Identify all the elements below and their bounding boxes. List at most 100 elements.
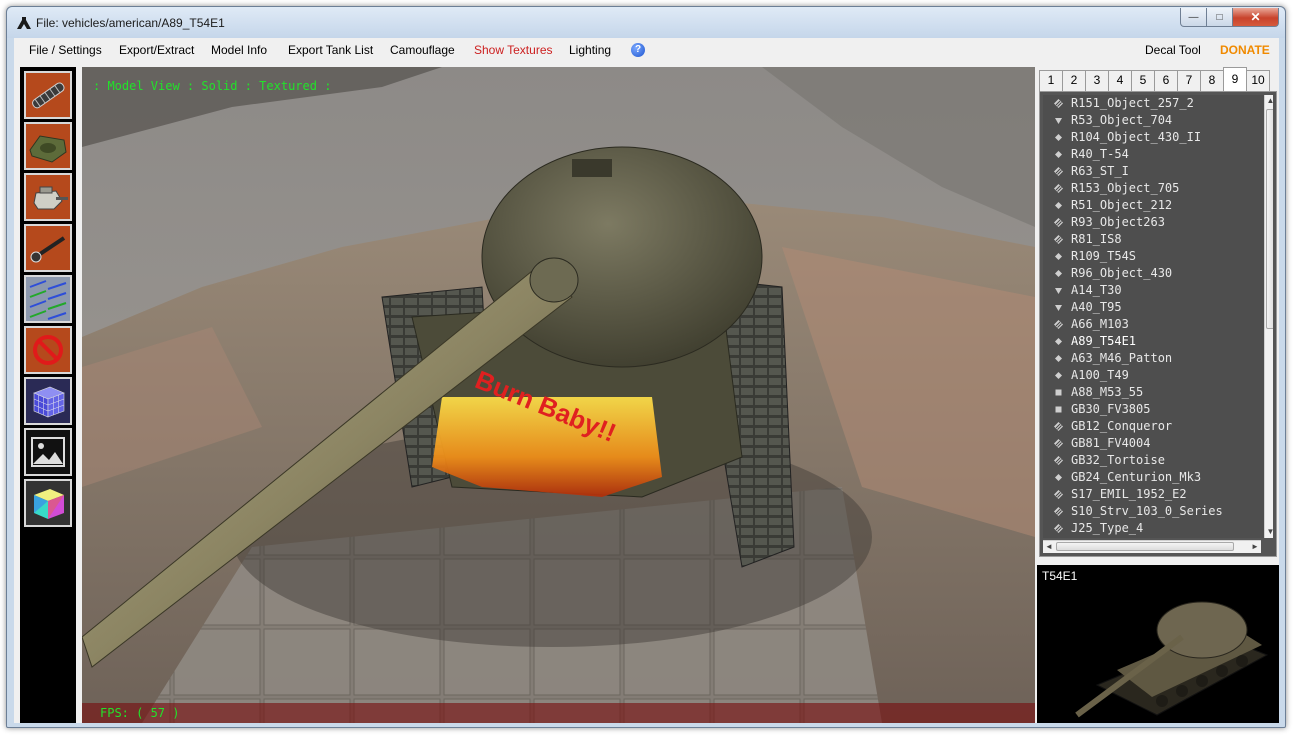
vertical-scroll-thumb[interactable] bbox=[1266, 109, 1273, 329]
tank-list-item[interactable]: A100_T49 bbox=[1043, 367, 1273, 384]
tank-list-item[interactable]: R53_Object_704 bbox=[1043, 112, 1273, 129]
tank-list-item[interactable]: R153_Object_705 bbox=[1043, 180, 1273, 197]
tab-tier-2[interactable]: 2 bbox=[1062, 70, 1086, 91]
hull-button[interactable] bbox=[24, 122, 72, 170]
turret-button[interactable] bbox=[24, 173, 72, 221]
rank-hatch-icon bbox=[1054, 456, 1063, 465]
tab-tier-9[interactable]: 9 bbox=[1223, 67, 1247, 91]
scroll-right-icon[interactable]: ► bbox=[1249, 541, 1261, 553]
tank-list-item[interactable]: R93_Object263 bbox=[1043, 214, 1273, 231]
tank-list-item[interactable]: A89_T54E1 bbox=[1043, 333, 1273, 350]
close-button[interactable]: ✕ bbox=[1233, 8, 1279, 27]
turret-icon bbox=[26, 175, 70, 219]
maximize-button[interactable]: □ bbox=[1207, 8, 1233, 27]
color-cube-button[interactable] bbox=[24, 479, 72, 527]
tank-name: S10_Strv_103_0_Series bbox=[1071, 504, 1223, 518]
tank-name: S17_EMIL_1952_E2 bbox=[1071, 487, 1187, 501]
tank-list-item[interactable]: R81_IS8 bbox=[1043, 231, 1273, 248]
tank-list-item[interactable]: A40_T95 bbox=[1043, 299, 1273, 316]
menu-export-tank-list[interactable]: Export Tank List bbox=[288, 43, 373, 57]
image-icon bbox=[26, 430, 70, 474]
app-window: File: vehicles/american/A89_T54E1 — □ ✕ … bbox=[6, 6, 1286, 728]
gun-button[interactable] bbox=[24, 224, 72, 272]
tank-list-item[interactable]: J25_Type_4 bbox=[1043, 520, 1273, 537]
tank-list-item[interactable]: R109_T54S bbox=[1043, 248, 1273, 265]
scroll-up-icon[interactable]: ▲ bbox=[1265, 95, 1273, 107]
rank-hatch-icon bbox=[1054, 167, 1063, 176]
menu-bar: File / Settings Export/Extract Model Inf… bbox=[14, 38, 1279, 63]
tank-list-item[interactable]: GB12_Conqueror bbox=[1043, 418, 1273, 435]
title-bar[interactable]: File: vehicles/american/A89_T54E1 — □ ✕ bbox=[7, 7, 1285, 38]
tank-list-item[interactable]: A66_M103 bbox=[1043, 316, 1273, 333]
rank-triangle-icon bbox=[1055, 305, 1062, 311]
tank-name: A40_T95 bbox=[1071, 300, 1122, 314]
rank-hatch-icon bbox=[1054, 99, 1063, 108]
vertical-scrollbar[interactable]: ▲ ▼ bbox=[1264, 95, 1273, 538]
wireframe-button[interactable] bbox=[24, 275, 72, 323]
tab-tier-8[interactable]: 8 bbox=[1200, 70, 1224, 91]
tank-list-item[interactable]: A14_T30 bbox=[1043, 282, 1273, 299]
tank-list-item[interactable]: R96_Object_430 bbox=[1043, 265, 1273, 282]
tank-list-item[interactable]: GB30_FV3805 bbox=[1043, 401, 1273, 418]
rank-hatch-icon bbox=[1054, 218, 1063, 227]
wireframe-icon bbox=[26, 277, 70, 321]
tab-tier-6[interactable]: 6 bbox=[1154, 70, 1178, 91]
tank-name: J25_Type_4 bbox=[1071, 521, 1144, 535]
tab-tier-1[interactable]: 1 bbox=[1039, 70, 1063, 91]
tank-name: A89_T54E1 bbox=[1071, 334, 1137, 348]
tank-list-frame: R151_Object_257_2 R53_Object_704 R104_Obje… bbox=[1039, 91, 1277, 557]
menu-model-info[interactable]: Model Info bbox=[211, 43, 267, 57]
rank-hatch-icon bbox=[1054, 490, 1063, 499]
help-icon[interactable]: ? bbox=[631, 43, 645, 57]
tab-tier-10[interactable]: 10 bbox=[1246, 70, 1270, 91]
tank-list-item[interactable]: A63_M46_Patton bbox=[1043, 350, 1273, 367]
tank-name: R51_Object_212 bbox=[1071, 198, 1173, 212]
tab-tier-7[interactable]: 7 bbox=[1177, 70, 1201, 91]
tank-name: GB30_FV3805 bbox=[1071, 402, 1151, 416]
horizontal-scroll-thumb[interactable] bbox=[1056, 542, 1234, 551]
tank-list-item[interactable]: R40_T-54 bbox=[1043, 146, 1273, 163]
image-button[interactable] bbox=[24, 428, 72, 476]
tank-list-item[interactable]: R151_Object_257_2 bbox=[1043, 95, 1273, 112]
tank-list-item[interactable]: S10_Strv_103_0_Series bbox=[1043, 503, 1273, 520]
horizontal-scrollbar[interactable]: ◄ ► bbox=[1043, 540, 1261, 553]
rank-diamond-icon bbox=[1055, 134, 1062, 141]
tank-list-item[interactable]: GB32_Tortoise bbox=[1043, 452, 1273, 469]
menu-export-extract[interactable]: Export/Extract bbox=[119, 43, 194, 57]
grid-cube-button[interactable] bbox=[24, 377, 72, 425]
tank-list-item[interactable]: GB81_FV4004 bbox=[1043, 435, 1273, 452]
tank-name: R153_Object_705 bbox=[1071, 181, 1180, 195]
minimize-button[interactable]: — bbox=[1180, 8, 1207, 27]
no-texture-icon bbox=[26, 328, 70, 372]
tank-list-item[interactable]: R63_ST_I bbox=[1043, 163, 1273, 180]
menu-camouflage[interactable]: Camouflage bbox=[390, 43, 455, 57]
rank-diamond-icon bbox=[1055, 202, 1062, 209]
menu-lighting[interactable]: Lighting bbox=[569, 43, 611, 57]
scroll-left-icon[interactable]: ◄ bbox=[1043, 541, 1055, 553]
no-texture-button[interactable] bbox=[24, 326, 72, 374]
tank-name: R93_Object263 bbox=[1071, 215, 1165, 229]
menu-show-textures[interactable]: Show Textures bbox=[474, 43, 553, 57]
tab-tier-4[interactable]: 4 bbox=[1108, 70, 1132, 91]
tracks-button[interactable] bbox=[24, 71, 72, 119]
tank-name: GB32_Tortoise bbox=[1071, 453, 1165, 467]
tab-tier-5[interactable]: 5 bbox=[1131, 70, 1155, 91]
tank-list-item[interactable]: R104_Object_430_II bbox=[1043, 129, 1273, 146]
donate-button[interactable]: DONATE bbox=[1220, 43, 1270, 57]
decal-tool-button[interactable]: Decal Tool bbox=[1145, 43, 1201, 57]
tank-list-item[interactable]: GB24_Centurion_Mk3 bbox=[1043, 469, 1273, 486]
tank-list-item[interactable]: A88_M53_55 bbox=[1043, 384, 1273, 401]
client-area: File / Settings Export/Extract Model Inf… bbox=[14, 38, 1279, 723]
tank-list-item[interactable]: S17_EMIL_1952_E2 bbox=[1043, 486, 1273, 503]
tank-list-item[interactable]: R51_Object_212 bbox=[1043, 197, 1273, 214]
tank-name: A100_T49 bbox=[1071, 368, 1129, 382]
tank-list[interactable]: R151_Object_257_2 R53_Object_704 R104_Obje… bbox=[1043, 95, 1273, 538]
rank-hatch-icon bbox=[1054, 524, 1063, 533]
tab-tier-3[interactable]: 3 bbox=[1085, 70, 1109, 91]
model-viewport[interactable]: Burn Baby!! : Model View : Solid : Textu… bbox=[82, 67, 1035, 723]
scroll-down-icon[interactable]: ▼ bbox=[1265, 526, 1273, 538]
menu-file-settings[interactable]: File / Settings bbox=[29, 43, 102, 57]
rank-diamond-icon bbox=[1055, 270, 1062, 277]
rank-diamond-icon bbox=[1055, 355, 1062, 362]
tank-list-item[interactable]: J14_Type_61 bbox=[1043, 537, 1273, 538]
